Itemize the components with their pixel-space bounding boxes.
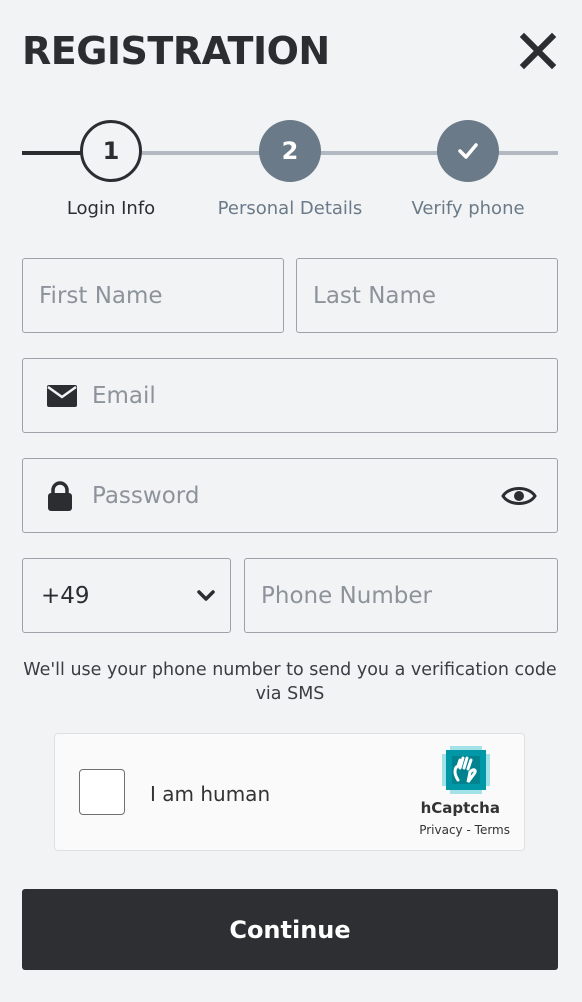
step-3-label: Verify phone xyxy=(411,198,525,219)
close-button[interactable] xyxy=(518,31,558,71)
chevron-down-icon xyxy=(197,589,215,601)
email-input[interactable] xyxy=(23,359,557,432)
step-2-number: 2 xyxy=(281,137,299,165)
phone-field xyxy=(244,558,558,633)
password-input[interactable] xyxy=(23,459,557,532)
captcha-links: Privacy - Terms xyxy=(419,823,510,837)
close-icon xyxy=(519,32,557,70)
captcha-label: I am human xyxy=(150,782,271,806)
header: REGISTRATION xyxy=(22,26,558,76)
step-2-label: Personal Details xyxy=(217,198,363,219)
step-1-indicator: 1 xyxy=(80,120,142,182)
first-name-field xyxy=(22,258,284,333)
captcha-checkbox[interactable] xyxy=(79,769,125,815)
captcha-terms-link[interactable]: Terms xyxy=(475,823,510,837)
eye-icon[interactable] xyxy=(501,483,537,509)
step-2-indicator: 2 xyxy=(259,120,321,182)
country-code-value: +49 xyxy=(41,582,90,609)
country-code-select[interactable]: +49 xyxy=(22,558,231,633)
captcha-separator: - xyxy=(466,823,471,837)
captcha-brand: hCaptcha xyxy=(420,799,500,817)
phone-info-text: We'll use your phone number to send you … xyxy=(23,660,557,704)
step-connector xyxy=(320,151,438,155)
email-field xyxy=(22,358,558,433)
first-name-input[interactable] xyxy=(23,259,283,332)
step-1-number: 1 xyxy=(102,137,120,165)
phone-input[interactable] xyxy=(245,559,557,632)
step-connector xyxy=(142,151,202,155)
step-3-indicator xyxy=(437,120,499,182)
captcha-privacy-link[interactable]: Privacy xyxy=(419,823,462,837)
hcaptcha-logo-icon xyxy=(442,746,490,794)
step-1-label: Login Info xyxy=(66,198,156,219)
last-name-input[interactable] xyxy=(297,259,557,332)
last-name-field xyxy=(296,258,558,333)
step-connector-done xyxy=(22,151,82,155)
step-connector xyxy=(200,151,260,155)
step-connector xyxy=(498,151,558,155)
page-title: REGISTRATION xyxy=(22,29,330,73)
lock-icon xyxy=(48,480,72,511)
registration-stepper: 1 2 Login Info Personal Details Verify p… xyxy=(22,120,558,220)
captcha-widget: I am human hCaptcha Privacy - Terms xyxy=(54,733,525,851)
continue-button[interactable]: Continue xyxy=(22,889,558,970)
checkmark-icon xyxy=(458,143,478,159)
password-field xyxy=(22,458,558,533)
envelope-icon xyxy=(47,384,77,407)
